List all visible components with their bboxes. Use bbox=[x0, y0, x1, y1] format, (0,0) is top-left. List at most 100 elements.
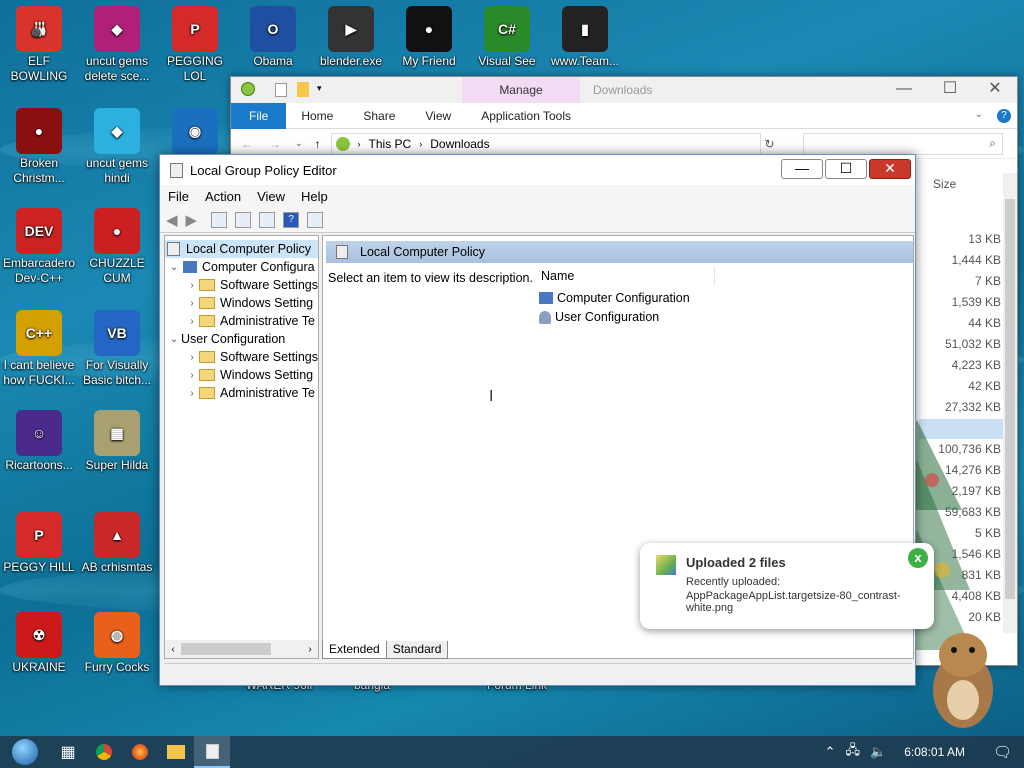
desktop-icon[interactable]: ● Broken Christm... bbox=[0, 108, 78, 186]
tree-item-user-administrative-templates[interactable]: › Administrative Te bbox=[165, 384, 318, 402]
tree-item-administrative-templates[interactable]: › Administrative Te bbox=[165, 312, 318, 330]
desktop-icon[interactable]: ☺ Ricartoons... bbox=[0, 410, 78, 473]
task-view-icon[interactable]: ▦ bbox=[50, 736, 86, 768]
refresh-icon[interactable]: ↻ bbox=[765, 137, 775, 151]
action-center-icon[interactable]: 🗨 bbox=[993, 743, 1012, 761]
tree-item-software-settings[interactable]: › Software Settings bbox=[165, 276, 318, 294]
upload-notification[interactable]: Uploaded 2 files Recently uploaded: AppP… bbox=[640, 543, 934, 629]
tree-item-local-computer-policy[interactable]: Local Computer Policy bbox=[165, 240, 318, 258]
tab-share[interactable]: Share bbox=[348, 109, 410, 123]
breadcrumb-this-pc[interactable]: This PC bbox=[369, 137, 412, 151]
up-icon[interactable]: ↑ bbox=[315, 137, 321, 151]
tab-file[interactable]: File bbox=[231, 102, 287, 129]
search-input[interactable]: ⌕ bbox=[803, 133, 1003, 155]
policy-tree[interactable]: Local Computer Policy ⌄ Computer Configu… bbox=[164, 235, 319, 659]
close-icon[interactable]: ✕ bbox=[972, 77, 1018, 103]
tree-item-windows-settings[interactable]: › Windows Setting bbox=[165, 294, 318, 312]
gpe-taskbar-icon[interactable] bbox=[194, 736, 230, 768]
toast-close-icon[interactable]: x bbox=[908, 548, 928, 568]
list-item-user-configuration[interactable]: User Configuration bbox=[539, 310, 659, 324]
chrome-icon[interactable] bbox=[86, 736, 122, 768]
desktop-icon[interactable]: 🎳 ELF BOWLING bbox=[0, 6, 78, 84]
tab-view[interactable]: View bbox=[410, 109, 466, 123]
desktop-icon[interactable]: P PEGGING LOL bbox=[156, 6, 234, 84]
tree-item-user-software-settings[interactable]: › Software Settings bbox=[165, 348, 318, 366]
recent-dropdown-icon[interactable]: ⌄ bbox=[295, 138, 303, 149]
minimize-icon[interactable]: — bbox=[881, 77, 927, 103]
list-item-computer-configuration[interactable]: Computer Configuration bbox=[539, 291, 690, 305]
desktop-icon[interactable]: ▲ AB crhismtas bbox=[78, 512, 156, 575]
expand-arrow-icon[interactable]: › bbox=[185, 352, 199, 363]
desktop-icon[interactable]: ● My Friend bbox=[390, 6, 468, 69]
new-folder-icon[interactable] bbox=[297, 82, 309, 97]
clock[interactable]: 6:08:01 AM bbox=[904, 745, 965, 759]
expand-arrow-icon[interactable]: › bbox=[185, 388, 199, 399]
column-size-header[interactable]: Size bbox=[933, 177, 956, 191]
expand-arrow-icon[interactable]: › bbox=[185, 298, 199, 309]
desktop-icon[interactable]: ▦ Super Hilda bbox=[78, 410, 156, 473]
help-toolbar-icon[interactable]: ? bbox=[283, 211, 300, 228]
show-hidden-icons-icon[interactable]: ⌃ bbox=[825, 744, 836, 760]
gpe-minimize-icon[interactable]: — bbox=[781, 159, 823, 179]
scrollbar-thumb[interactable] bbox=[1005, 199, 1015, 599]
expand-arrow-icon[interactable]: › bbox=[185, 316, 199, 327]
menu-view[interactable]: View bbox=[249, 189, 293, 204]
volume-icon[interactable]: 🔈 bbox=[870, 744, 886, 760]
gpe-close-icon[interactable]: ✕ bbox=[869, 159, 911, 179]
address-bar[interactable]: › This PC › Downloads bbox=[330, 132, 761, 155]
desktop-icon[interactable]: ◍ Furry Cocks bbox=[78, 612, 156, 675]
tab-manage[interactable]: Manage bbox=[462, 77, 580, 103]
menu-action[interactable]: Action bbox=[197, 189, 249, 204]
start-button[interactable] bbox=[0, 736, 50, 768]
file-explorer-taskbar-icon[interactable] bbox=[158, 736, 194, 768]
tree-horizontal-scrollbar[interactable]: ‹ › bbox=[165, 640, 318, 658]
expand-arrow-icon[interactable]: › bbox=[185, 280, 199, 291]
firefox-icon[interactable] bbox=[122, 736, 158, 768]
gpe-maximize-icon[interactable]: ☐ bbox=[825, 159, 867, 179]
collapse-arrow-icon[interactable]: ⌄ bbox=[167, 262, 181, 273]
show-hide-tree-icon[interactable] bbox=[211, 211, 228, 228]
back-arrow-icon[interactable]: ◀ bbox=[166, 211, 178, 229]
tab-extended[interactable]: Extended bbox=[322, 641, 387, 659]
forward-arrow-icon[interactable]: ▶ bbox=[186, 211, 198, 229]
collapse-arrow-icon[interactable]: ⌄ bbox=[167, 334, 181, 345]
menu-file[interactable]: File bbox=[160, 189, 197, 204]
breadcrumb-chevron-icon[interactable]: › bbox=[358, 139, 361, 149]
back-icon[interactable]: ← bbox=[241, 137, 253, 151]
tree-item-user-windows-settings[interactable]: › Windows Setting bbox=[165, 366, 318, 384]
desktop-icon[interactable]: ☢ UKRAINE bbox=[0, 612, 78, 675]
breadcrumb-downloads[interactable]: Downloads bbox=[430, 137, 489, 151]
desktop-icon[interactable]: P PEGGY HILL bbox=[0, 512, 78, 575]
desktop-icon[interactable]: ▶ blender.exe bbox=[312, 6, 390, 69]
properties-icon[interactable] bbox=[275, 83, 287, 97]
scroll-right-icon[interactable]: › bbox=[302, 644, 318, 655]
tab-home[interactable]: Home bbox=[286, 109, 348, 123]
tree-item-computer-configuration[interactable]: ⌄ Computer Configura bbox=[165, 258, 318, 276]
explorer-titlebar[interactable]: ▾ Manage Downloads — ☐ ✕ bbox=[231, 77, 1017, 103]
desktop-icon[interactable]: C# Visual See bbox=[468, 6, 546, 69]
desktop-icon[interactable]: ◆ uncut gems hindi bbox=[78, 108, 156, 186]
column-name-header[interactable]: Name bbox=[535, 266, 715, 286]
desktop-icon[interactable]: VB For Visually Basic bitch... bbox=[78, 310, 156, 388]
desktop-icon[interactable]: ◉ bbox=[156, 108, 234, 156]
breadcrumb-chevron-icon[interactable]: › bbox=[419, 139, 422, 149]
desktop-icon[interactable]: ● CHUZZLE CUM bbox=[78, 208, 156, 286]
maximize-icon[interactable]: ☐ bbox=[927, 77, 973, 103]
desktop-icon[interactable]: ▮ www.Team... bbox=[546, 6, 624, 69]
tree-item-user-configuration[interactable]: ⌄ User Configuration bbox=[165, 330, 318, 348]
filter-options-icon[interactable] bbox=[307, 211, 324, 228]
properties-toolbar-icon[interactable] bbox=[235, 211, 252, 228]
desktop-icon[interactable]: ◆ uncut gems delete sce... bbox=[78, 6, 156, 84]
scrollbar-thumb[interactable] bbox=[181, 643, 271, 655]
expand-arrow-icon[interactable]: › bbox=[185, 370, 199, 381]
quick-access-dropdown-icon[interactable]: ▾ bbox=[317, 83, 322, 94]
tab-application-tools[interactable]: Application Tools bbox=[466, 109, 586, 123]
export-list-icon[interactable] bbox=[259, 211, 276, 228]
gpe-titlebar[interactable]: Local Group Policy Editor — ☐ ✕ bbox=[160, 155, 915, 185]
forward-icon[interactable]: → bbox=[269, 137, 281, 151]
desktop-icon[interactable]: DEV Embarcadero Dev-C++ bbox=[0, 208, 78, 286]
ribbon-expand-icon[interactable]: ⌄ bbox=[975, 109, 983, 120]
menu-help[interactable]: Help bbox=[293, 189, 336, 204]
network-icon[interactable]: 🖧 bbox=[846, 741, 861, 763]
scroll-left-icon[interactable]: ‹ bbox=[165, 644, 181, 655]
